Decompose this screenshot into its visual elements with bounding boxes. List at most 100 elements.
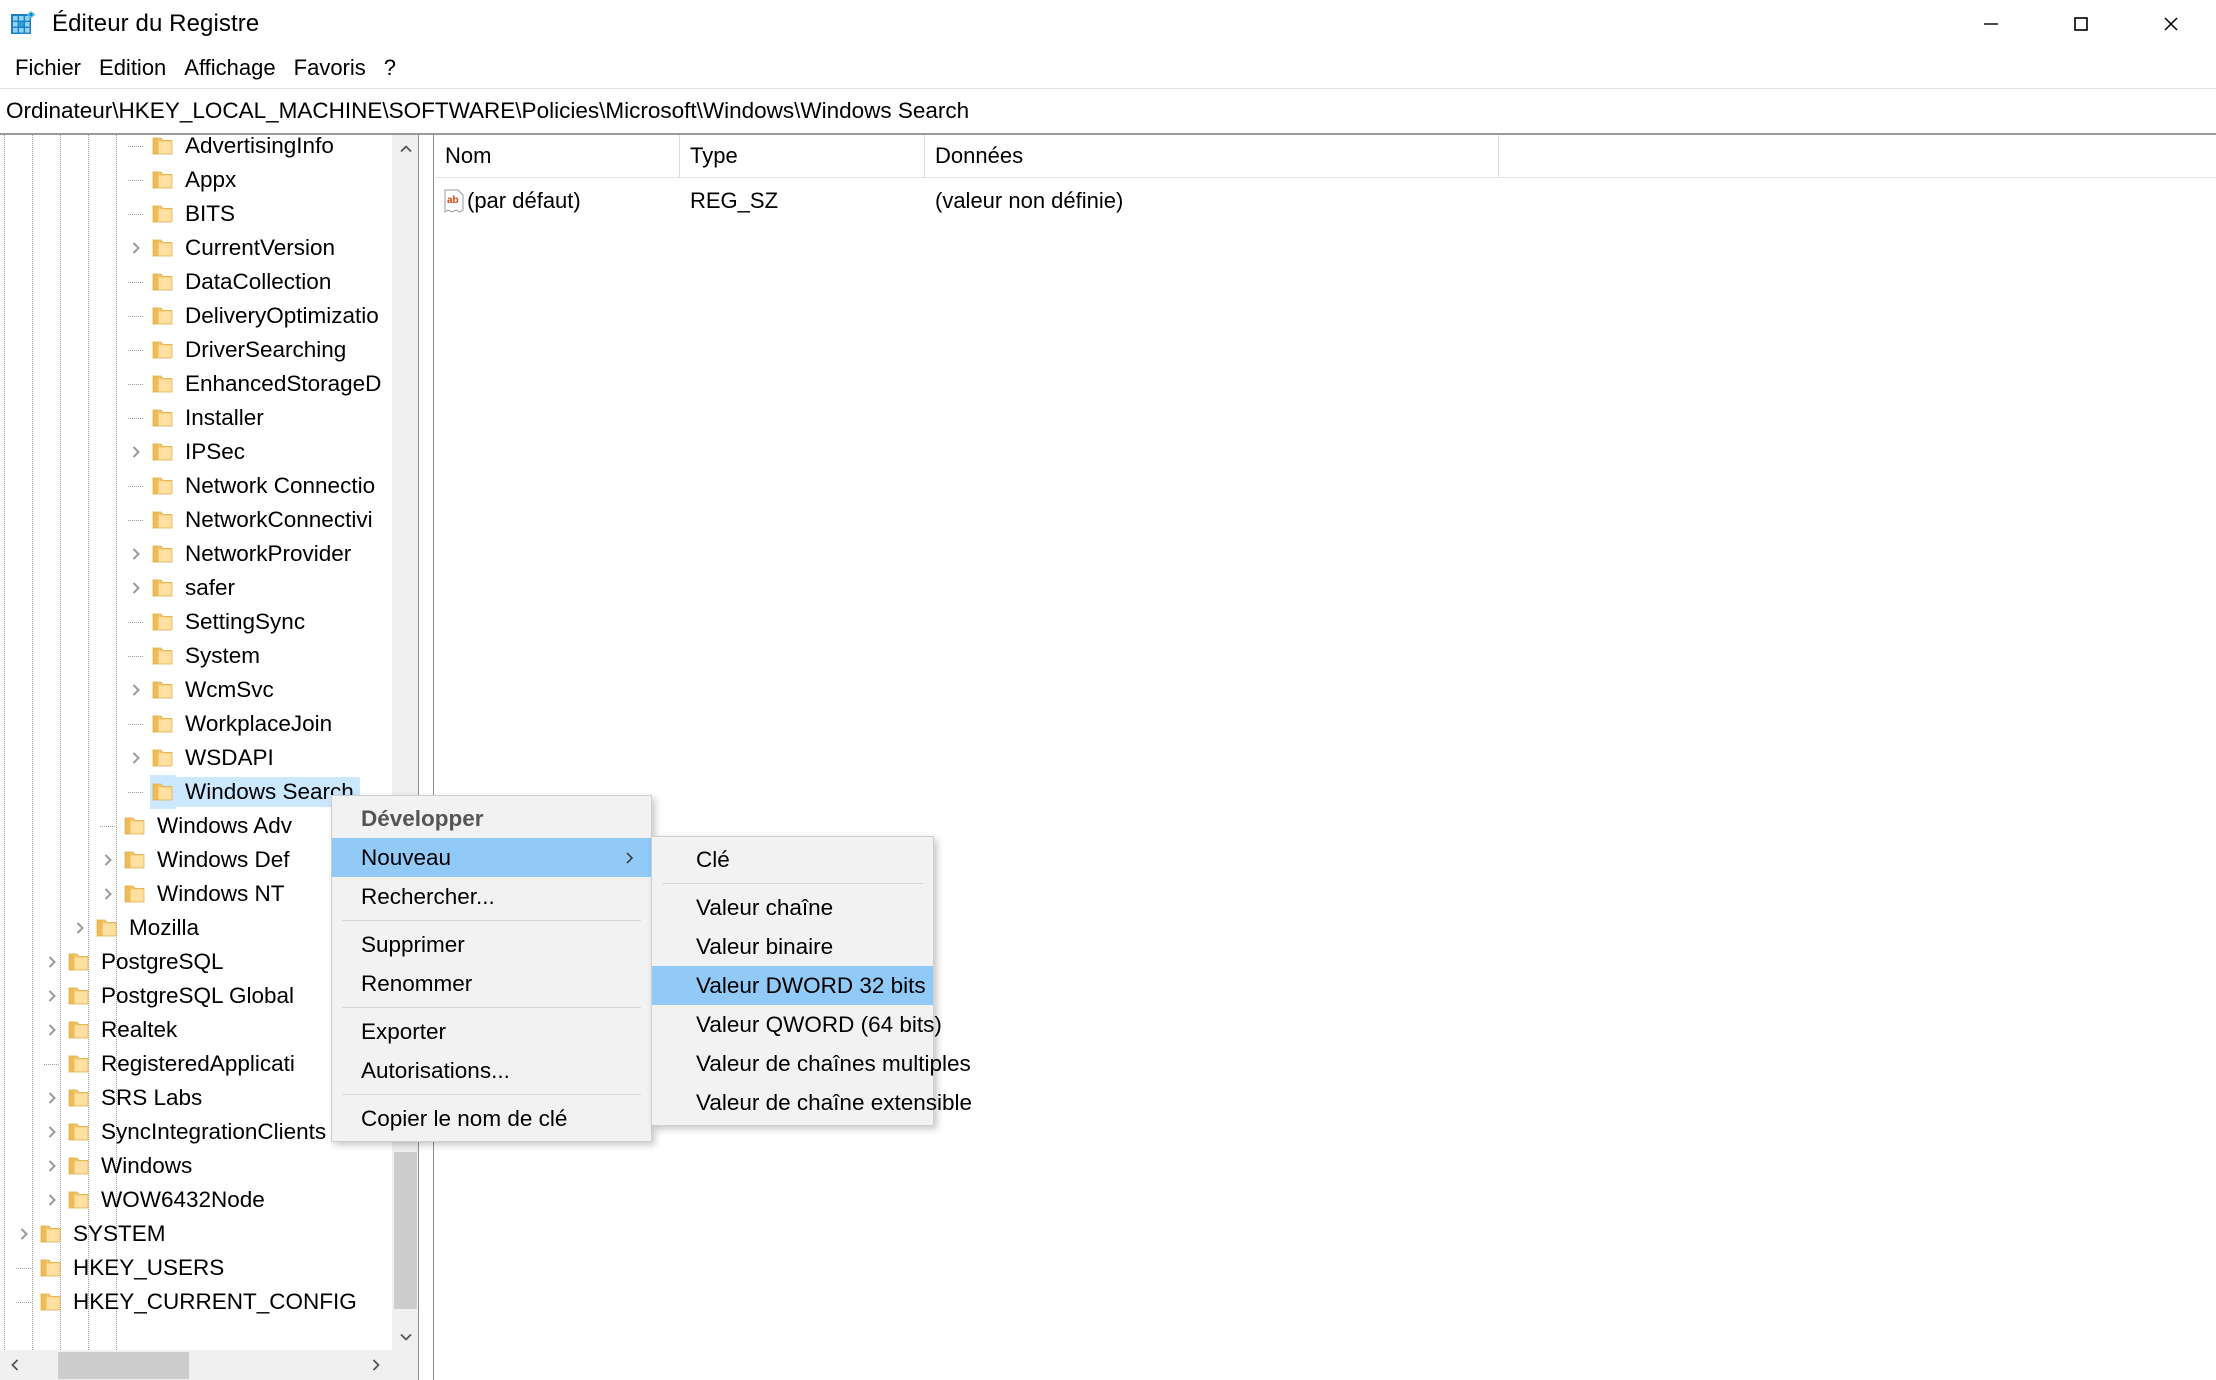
tree-item[interactable]: DriverSearching bbox=[0, 333, 414, 367]
context-menu-item[interactable]: Exporter bbox=[332, 1012, 651, 1051]
submenu-item[interactable]: Valeur binaire bbox=[652, 927, 933, 966]
context-menu-item[interactable]: Rechercher... bbox=[332, 877, 651, 916]
tree-item[interactable]: Appx bbox=[0, 163, 414, 197]
registry-tree[interactable]: AdvertisingInfo Appx BITS CurrentVersion Dat… bbox=[0, 135, 415, 1350]
table-row[interactable]: ab (par défaut) REG_SZ (valeur non définie) bbox=[435, 183, 2216, 219]
scroll-down-button[interactable] bbox=[392, 1323, 419, 1350]
tree-item[interactable]: AdvertisingInfo bbox=[0, 135, 414, 163]
pane-splitter[interactable] bbox=[418, 135, 434, 1380]
submenu-item[interactable]: Valeur de chaîne extensible bbox=[652, 1083, 972, 1122]
menu-item-edition[interactable]: Edition bbox=[90, 52, 175, 84]
tree-expander-toggle[interactable] bbox=[122, 741, 150, 775]
tree-expander-toggle[interactable] bbox=[38, 1013, 66, 1047]
tree-vertical-scrollbar[interactable] bbox=[391, 135, 419, 1350]
chevron-right-icon bbox=[76, 922, 84, 934]
tree-expander-toggle[interactable] bbox=[38, 979, 66, 1013]
column-header[interactable]: Nom bbox=[435, 135, 680, 177]
menu-item-favoris[interactable]: Favoris bbox=[285, 52, 375, 84]
tree-expander-placeholder bbox=[122, 197, 150, 231]
tree-item[interactable]: NetworkConnectivi bbox=[0, 503, 414, 537]
context-menu-item[interactable]: Nouveau bbox=[332, 838, 651, 877]
context-menu-item[interactable]: Supprimer bbox=[332, 925, 651, 964]
tree-item-label: SYSTEM bbox=[73, 1221, 166, 1246]
tree-item[interactable]: WorkplaceJoin bbox=[0, 707, 414, 741]
chevron-down-icon bbox=[399, 1333, 412, 1341]
tree-item[interactable]: CurrentVersion bbox=[0, 231, 414, 265]
chevron-right-icon bbox=[372, 1359, 380, 1371]
tree-guide-stub bbox=[128, 655, 144, 657]
folder-icon bbox=[150, 673, 176, 707]
tree-item[interactable]: EnhancedStorageD bbox=[0, 367, 414, 401]
tree-item-label: Realtek bbox=[101, 1017, 178, 1042]
folder-icon bbox=[38, 1251, 64, 1285]
tree-expander-toggle[interactable] bbox=[122, 231, 150, 265]
tree-expander-toggle[interactable] bbox=[38, 1183, 66, 1217]
submenu-item[interactable]: Valeur chaîne bbox=[652, 888, 933, 927]
tree-item[interactable]: Installer bbox=[0, 401, 414, 435]
submenu-item[interactable]: Valeur QWORD (64 bits) bbox=[652, 1005, 942, 1044]
tree-item-label: RegisteredApplicati bbox=[101, 1051, 295, 1076]
tree-item[interactable]: Network Connectio bbox=[0, 469, 414, 503]
scroll-up-button[interactable] bbox=[392, 135, 419, 162]
folder-icon bbox=[150, 435, 176, 469]
submenu-item[interactable]: Valeur de chaînes multiples bbox=[652, 1044, 971, 1083]
tree-item[interactable]: DataCollection bbox=[0, 265, 414, 299]
tree-expander-toggle[interactable] bbox=[38, 1081, 66, 1115]
tree-item[interactable]: System bbox=[0, 639, 414, 673]
tree-hscroll-thumb[interactable] bbox=[58, 1352, 189, 1379]
context-menu-item[interactable]: Autorisations... bbox=[332, 1051, 651, 1090]
tree-expander-toggle[interactable] bbox=[122, 435, 150, 469]
tree-item[interactable]: IPSec bbox=[0, 435, 414, 469]
tree-item-content: Windows Def bbox=[122, 845, 296, 875]
context-menu-item[interactable]: Développer bbox=[332, 799, 651, 838]
maximize-button[interactable] bbox=[2036, 0, 2126, 48]
tree-horizontal-scrollbar[interactable] bbox=[0, 1350, 391, 1380]
menu-item-aide[interactable]: ? bbox=[375, 52, 405, 84]
menu-item-affichage[interactable]: Affichage bbox=[175, 52, 284, 84]
submenu-item[interactable]: Valeur DWORD 32 bits bbox=[652, 966, 933, 1005]
column-header[interactable]: Type bbox=[680, 135, 925, 177]
menu-item-fichier[interactable]: Fichier bbox=[6, 52, 90, 84]
tree-item[interactable]: WcmSvc bbox=[0, 673, 414, 707]
tree-expander-toggle[interactable] bbox=[94, 877, 122, 911]
minimize-button[interactable] bbox=[1946, 0, 2036, 48]
context-menu[interactable]: Développer Nouveau Rechercher... Supprimer R… bbox=[331, 795, 652, 1142]
folder-icon bbox=[68, 1191, 89, 1209]
folder-icon bbox=[68, 1089, 89, 1107]
tree-expander-toggle[interactable] bbox=[122, 537, 150, 571]
tree-vscroll-thumb[interactable] bbox=[394, 1152, 417, 1309]
tree-item[interactable]: SYSTEM bbox=[0, 1217, 414, 1251]
tree-item[interactable]: SettingSync bbox=[0, 605, 414, 639]
chevron-right-icon bbox=[20, 1228, 28, 1240]
tree-item-content: HKEY_USERS bbox=[38, 1253, 230, 1283]
column-header[interactable]: Données bbox=[925, 135, 1499, 177]
tree-expander-toggle[interactable] bbox=[94, 843, 122, 877]
submenu-item[interactable]: Clé bbox=[652, 840, 933, 879]
tree-expander-toggle[interactable] bbox=[66, 911, 94, 945]
tree-item-label: WSDAPI bbox=[185, 745, 274, 770]
context-submenu-nouveau[interactable]: Clé Valeur chaîne Valeur binaire Valeur DWO… bbox=[651, 836, 972, 1126]
tree-item[interactable]: HKEY_CURRENT_CONFIG bbox=[0, 1285, 414, 1319]
context-menu-item[interactable]: Renommer bbox=[332, 964, 651, 1003]
tree-item[interactable]: WSDAPI bbox=[0, 741, 414, 775]
tree-expander-toggle[interactable] bbox=[122, 571, 150, 605]
tree-item-content: PostgreSQL bbox=[66, 947, 230, 977]
close-button[interactable] bbox=[2126, 0, 2216, 48]
context-menu-item[interactable]: Copier le nom de clé bbox=[332, 1099, 651, 1138]
scroll-left-button[interactable] bbox=[0, 1350, 30, 1380]
tree-expander-toggle[interactable] bbox=[10, 1217, 38, 1251]
scroll-right-button[interactable] bbox=[361, 1350, 391, 1380]
tree-item[interactable]: BITS bbox=[0, 197, 414, 231]
address-bar[interactable]: Ordinateur\HKEY_LOCAL_MACHINE\SOFTWARE\P… bbox=[0, 88, 2216, 133]
registry-values-list[interactable]: Nom Type Données ab (par défaut) REG_SZ (vale… bbox=[435, 135, 2216, 1380]
tree-expander-toggle[interactable] bbox=[122, 673, 150, 707]
tree-expander-toggle[interactable] bbox=[38, 945, 66, 979]
tree-item[interactable]: HKEY_USERS bbox=[0, 1251, 414, 1285]
tree-item[interactable]: safer bbox=[0, 571, 414, 605]
tree-expander-toggle[interactable] bbox=[38, 1115, 66, 1149]
tree-item[interactable]: Windows bbox=[0, 1149, 414, 1183]
tree-item[interactable]: DeliveryOptimizatio bbox=[0, 299, 414, 333]
tree-item[interactable]: WOW6432Node bbox=[0, 1183, 414, 1217]
tree-item[interactable]: NetworkProvider bbox=[0, 537, 414, 571]
tree-expander-toggle[interactable] bbox=[38, 1149, 66, 1183]
